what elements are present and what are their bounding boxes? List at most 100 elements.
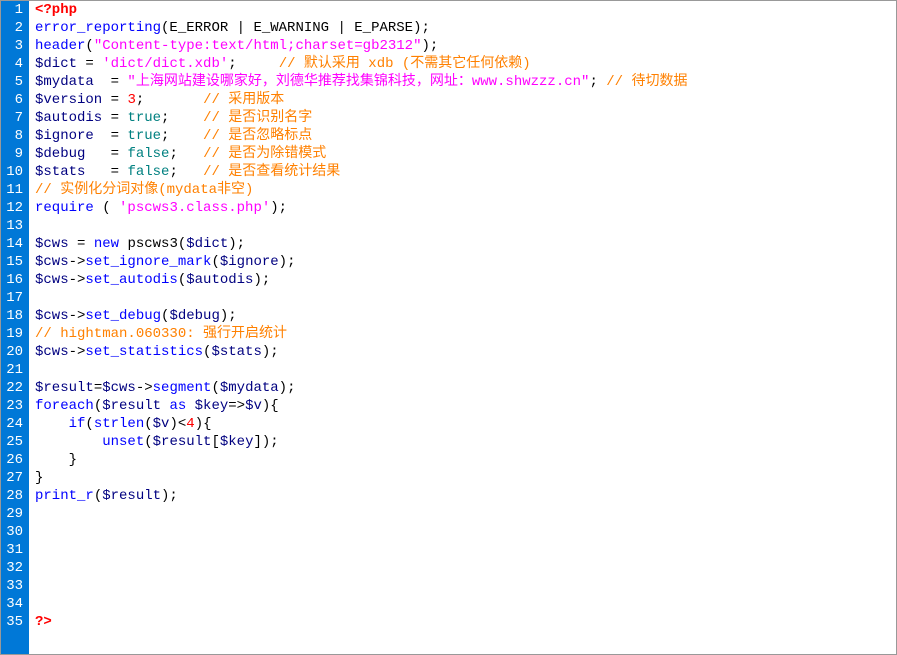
token: pscws3(	[119, 236, 186, 252]
token: =>	[228, 398, 245, 414]
token: ?>	[35, 614, 52, 630]
line-number: 3	[5, 37, 23, 55]
token: ->	[69, 272, 86, 288]
token: $cws	[102, 380, 136, 396]
token: }	[35, 452, 77, 468]
code-line[interactable]: }	[35, 451, 890, 469]
token: (	[94, 398, 102, 414]
token: $cws	[35, 236, 69, 252]
code-line[interactable]: $debug = false; // 是否为除错模式	[35, 145, 890, 163]
token: =	[85, 146, 127, 162]
token: $v	[245, 398, 262, 414]
code-line[interactable]	[35, 217, 890, 235]
code-area[interactable]: <?phperror_reporting(E_ERROR | E_WARNING…	[29, 1, 896, 654]
token: (E_ERROR | E_WARNING | E_PARSE);	[161, 20, 430, 36]
token: ;	[161, 128, 203, 144]
token: "Content-type:text/html;charset=gb2312"	[94, 38, 422, 54]
token: // 是否识别名字	[203, 110, 312, 126]
code-line[interactable]: $version = 3; // 采用版本	[35, 91, 890, 109]
token: $result	[102, 488, 161, 504]
token: $v	[153, 416, 170, 432]
code-line[interactable]: $cws = new pscws3($dict);	[35, 235, 890, 253]
code-line[interactable]: <?php	[35, 1, 890, 19]
token: [	[211, 434, 219, 450]
line-number: 4	[5, 55, 23, 73]
token: );	[262, 344, 279, 360]
token: false	[127, 146, 169, 162]
token: );	[270, 200, 287, 216]
token: $result	[35, 380, 94, 396]
token: );	[228, 236, 245, 252]
token: (	[144, 416, 152, 432]
code-line[interactable]	[35, 541, 890, 559]
code-line[interactable]: $cws->set_ignore_mark($ignore);	[35, 253, 890, 271]
token: 3	[127, 92, 135, 108]
line-number: 5	[5, 73, 23, 91]
code-line[interactable]: $dict = 'dict/dict.xdb'; // 默认采用 xdb (不需…	[35, 55, 890, 73]
token: unset	[102, 434, 144, 450]
token: ){	[262, 398, 279, 414]
code-line[interactable]	[35, 595, 890, 613]
line-number: 19	[5, 325, 23, 343]
code-line[interactable]	[35, 523, 890, 541]
code-line[interactable]	[35, 289, 890, 307]
token: (	[211, 254, 219, 270]
token: true	[127, 128, 161, 144]
token: $key	[195, 398, 229, 414]
token: =	[77, 56, 102, 72]
token: // hightman.060330: 强行开启统计	[35, 326, 287, 342]
code-line[interactable]: if(strlen($v)<4){	[35, 415, 890, 433]
token: ;	[169, 146, 203, 162]
code-line[interactable]: // hightman.060330: 强行开启统计	[35, 325, 890, 343]
code-line[interactable]: require ( 'pscws3.class.php');	[35, 199, 890, 217]
token: $stats	[35, 164, 85, 180]
token: // 待切数据	[606, 74, 687, 90]
line-number: 18	[5, 307, 23, 325]
code-line[interactable]: $mydata = "上海网站建设哪家好，刘德华推荐找集锦科技，网址：www.s…	[35, 73, 890, 91]
token: ;	[136, 92, 203, 108]
token: ;	[161, 110, 203, 126]
code-line[interactable]: header("Content-type:text/html;charset=g…	[35, 37, 890, 55]
code-line[interactable]: $cws->set_statistics($stats);	[35, 343, 890, 361]
code-line[interactable]: foreach($result as $key=>$v){	[35, 397, 890, 415]
code-line[interactable]: $result=$cws->segment($mydata);	[35, 379, 890, 397]
code-line[interactable]: $ignore = true; // 是否忽略标点	[35, 127, 890, 145]
line-number: 34	[5, 595, 23, 613]
token: ;	[169, 164, 203, 180]
code-line[interactable]: $stats = false; // 是否查看统计结果	[35, 163, 890, 181]
code-line[interactable]: ?>	[35, 613, 890, 631]
code-line[interactable]: $cws->set_debug($debug);	[35, 307, 890, 325]
line-number-gutter: 1234567891011121314151617181920212223242…	[1, 1, 29, 654]
token: segment	[153, 380, 212, 396]
code-line[interactable]: $cws->set_autodis($autodis);	[35, 271, 890, 289]
line-number: 1	[5, 1, 23, 19]
code-line[interactable]: print_r($result);	[35, 487, 890, 505]
code-line[interactable]: unset($result[$key]);	[35, 433, 890, 451]
token: ->	[69, 344, 86, 360]
code-line[interactable]	[35, 559, 890, 577]
line-number: 23	[5, 397, 23, 415]
code-line[interactable]: $autodis = true; // 是否识别名字	[35, 109, 890, 127]
token: =	[85, 164, 127, 180]
token: ;	[589, 74, 606, 90]
token: $ignore	[220, 254, 279, 270]
token: // 采用版本	[203, 92, 284, 108]
token: if	[69, 416, 86, 432]
line-number: 35	[5, 613, 23, 631]
code-line[interactable]: // 实例化分词对像(mydata非空)	[35, 181, 890, 199]
line-number: 10	[5, 163, 23, 181]
token: $key	[220, 434, 254, 450]
token: 4	[186, 416, 194, 432]
code-line[interactable]: }	[35, 469, 890, 487]
code-line[interactable]	[35, 361, 890, 379]
token: 'dict/dict.xdb'	[102, 56, 228, 72]
code-line[interactable]	[35, 577, 890, 595]
token	[35, 416, 69, 432]
code-line[interactable]: error_reporting(E_ERROR | E_WARNING | E_…	[35, 19, 890, 37]
token: ->	[69, 308, 86, 324]
line-number: 30	[5, 523, 23, 541]
token: "上海网站建设哪家好，刘德华推荐找集锦科技，网址：www.shwzzz.cn"	[127, 74, 589, 90]
token: (	[94, 200, 119, 216]
code-line[interactable]	[35, 505, 890, 523]
token: );	[279, 254, 296, 270]
